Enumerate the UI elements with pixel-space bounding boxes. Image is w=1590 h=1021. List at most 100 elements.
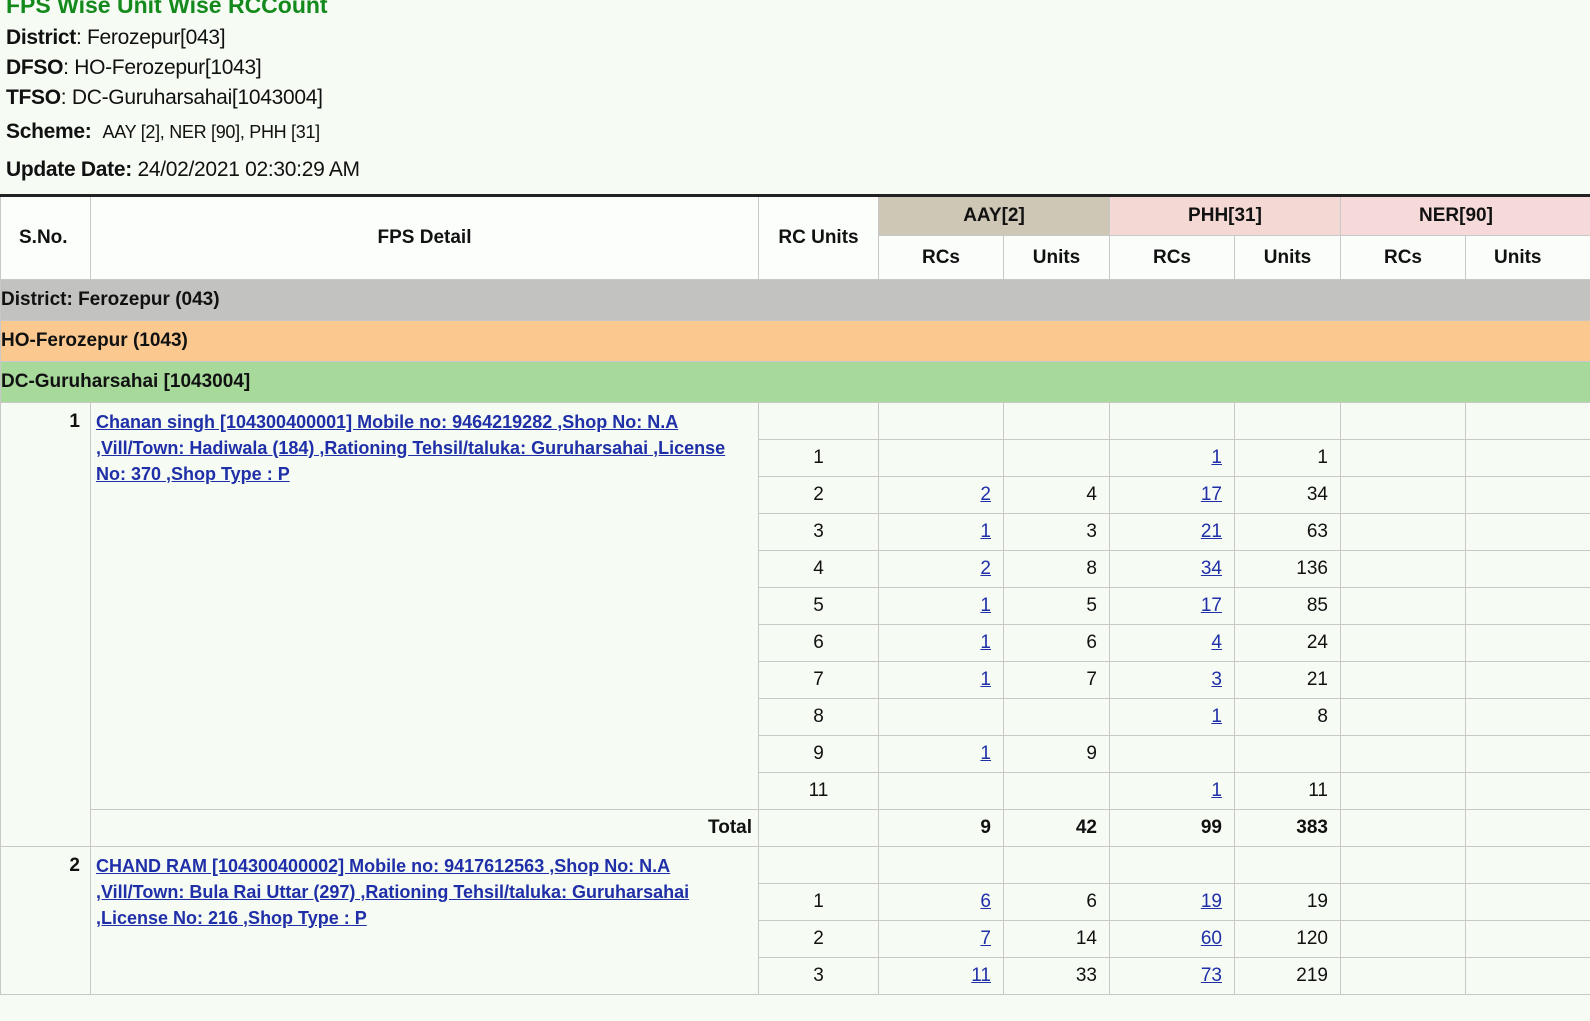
rc-units-cell: 3 [758,513,879,551]
tfso-line: TFSO: DC-Guruharsahai[1043004] [6,86,323,109]
aay-rcs-cell: 1 [878,513,1004,551]
aay-units-cell: 33 [1003,957,1110,995]
aay-units-cell: 5 [1003,587,1110,625]
phh-rcs-cell [1109,735,1235,773]
aay-rcs-header: RCs [878,235,1004,280]
band-district: District: Ferozepur (043) [0,279,1590,321]
phh-units-cell [1234,735,1341,773]
phh-units-cell: 120 [1234,920,1341,958]
rc-units-cell: 9 [758,735,879,773]
ner-cell [1340,624,1466,662]
ner-rcs-header: RCs [1340,235,1466,280]
aay-rcs-cell [878,698,1004,736]
update-date-line: Update Date: 24/02/2021 02:30:29 AM [6,158,360,181]
ner-cell [1340,661,1466,699]
ner-cell [1465,550,1590,588]
phh-units-cell: 1 [1234,439,1341,477]
phh-units-header: Units [1234,235,1341,280]
aay-units-cell: 4 [1003,476,1110,514]
aay-rcs-link[interactable]: 1 [980,595,991,616]
phh-rcs-link[interactable]: 17 [1201,484,1222,505]
ner-units-header: Units [1465,235,1590,280]
aay-units-cell: 3 [1003,513,1110,551]
fps-detail-link[interactable]: CHAND RAM [104300400002] Mobile no: 9417… [96,856,689,928]
ner-cell [1465,439,1590,477]
phh-rcs-cell: 60 [1109,920,1235,958]
ner-cell [1340,476,1466,514]
ner-cell [1465,957,1590,995]
fps-detail-cell: Chanan singh [104300400001] Mobile no: 9… [90,402,759,810]
phh-rcs-link[interactable]: 3 [1211,669,1222,690]
aay-rcs-link[interactable]: 6 [980,891,991,912]
phh-rcs-cell: 19 [1109,883,1235,921]
phh-rcs-link[interactable]: 1 [1211,447,1222,468]
group-aay-header: AAY[2] [878,195,1110,236]
phh-rcs-cell: 17 [1109,476,1235,514]
aay-rcs-cell: 2 [878,550,1004,588]
ner-cell [1340,439,1466,477]
aay-rcs-link[interactable]: 7 [980,928,991,949]
band-dfso: HO-Ferozepur (1043) [0,320,1590,362]
group-phh-header: PHH[31] [1109,195,1341,236]
phh-rcs-link[interactable]: 34 [1201,558,1222,579]
ner-cell [1465,772,1590,810]
ner-cell [1465,587,1590,625]
phh-rcs-link[interactable]: 73 [1201,965,1222,986]
total-label: Total [90,809,759,847]
aay-units-cell [1003,772,1110,810]
aay-units-cell: 6 [1003,883,1110,921]
aay-rcs-cell: 7 [878,920,1004,958]
aay-units-cell: 9 [1003,735,1110,773]
shop-row: 1 Chanan singh [104300400001] Mobile no: … [0,402,1590,847]
aay-units-cell: 7 [1003,661,1110,699]
phh-rcs-cell: 3 [1109,661,1235,699]
fps-detail-link[interactable]: Chanan singh [104300400001] Mobile no: 9… [96,412,725,484]
aay-units-cell: 14 [1003,920,1110,958]
aay-units-cell [1003,698,1110,736]
phh-rcs-link[interactable]: 17 [1201,595,1222,616]
col-sno-header: S.No. [0,195,91,280]
phh-rcs-cell: 73 [1109,957,1235,995]
phh-rcs-link[interactable]: 1 [1211,780,1222,801]
fps-detail-cell: CHAND RAM [104300400002] Mobile no: 9417… [90,846,759,995]
aay-rcs-cell: 11 [878,957,1004,995]
aay-rcs-cell [878,772,1004,810]
band-tfso: DC-Guruharsahai [1043004] [0,361,1590,403]
rc-units-cell: 3 [758,957,879,995]
aay-rcs-link[interactable]: 11 [971,965,991,986]
total-aay-rcs: 9 [878,809,1004,847]
col-rcunits-header: RC Units [758,195,879,280]
phh-units-cell: 21 [1234,661,1341,699]
phh-rcs-cell: 34 [1109,550,1235,588]
ner-cell [1465,624,1590,662]
phh-units-cell: 24 [1234,624,1341,662]
phh-units-cell: 11 [1234,772,1341,810]
ner-cell [1465,661,1590,699]
aay-rcs-link[interactable]: 1 [980,669,991,690]
ner-cell [1465,920,1590,958]
ner-cell [1465,513,1590,551]
aay-rcs-cell: 1 [878,624,1004,662]
rc-units-cell: 6 [758,624,879,662]
phh-units-cell: 85 [1234,587,1341,625]
aay-rcs-link[interactable]: 2 [980,484,991,505]
aay-rcs-link[interactable]: 1 [980,521,991,542]
total-row: Total 9 42 99 383 [1,809,1590,847]
report-header: FPS Wise Unit Wise RCCount District: Fer… [0,0,1590,194]
ner-cell [1340,550,1466,588]
aay-rcs-link[interactable]: 2 [980,558,991,579]
aay-units-cell: 6 [1003,624,1110,662]
ner-cell [1340,957,1466,995]
ner-cell [1340,772,1466,810]
phh-rcs-link[interactable]: 19 [1201,891,1222,912]
aay-rcs-link[interactable]: 1 [980,632,991,653]
dfso-line: DFSO: HO-Ferozepur[1043] [6,56,262,79]
aay-rcs-cell: 2 [878,476,1004,514]
aay-rcs-link[interactable]: 1 [980,743,991,764]
phh-rcs-link[interactable]: 60 [1201,928,1222,949]
phh-rcs-link[interactable]: 21 [1201,521,1222,542]
phh-rcs-link[interactable]: 4 [1211,632,1222,653]
phh-rcs-link[interactable]: 1 [1211,706,1222,727]
phh-units-cell: 34 [1234,476,1341,514]
aay-rcs-cell: 6 [878,883,1004,921]
